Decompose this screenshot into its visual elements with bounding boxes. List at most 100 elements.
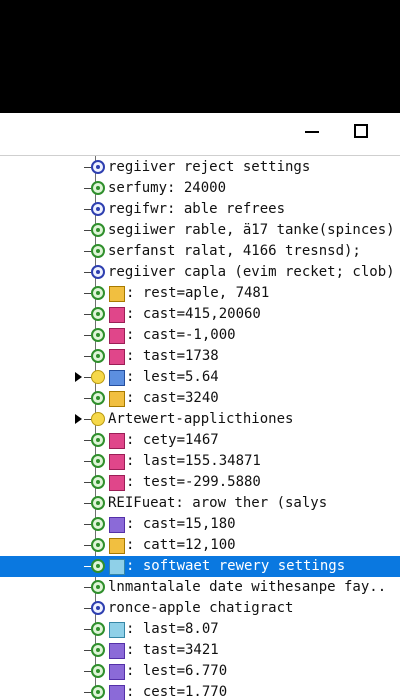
tree-row[interactable]: : lest=5.64 <box>0 367 400 388</box>
tree-row-label: : cast=15,180 <box>126 516 236 532</box>
tree-row[interactable]: regifwr: able refrees <box>0 199 400 220</box>
tree-row-label: : rest=aple, 7481 <box>126 285 270 301</box>
tree-row[interactable]: : cast=3240 <box>0 388 400 409</box>
leaf-icon <box>91 244 105 258</box>
tree-row-label: regifwr: able refrees <box>108 201 286 217</box>
tree-row[interactable]: : tast=3421 <box>0 640 400 661</box>
tree-row-label: segiiwer rable, ä17 tanke(spinces) <box>108 222 395 238</box>
yellow-type-icon <box>109 391 125 407</box>
tree-row[interactable]: : cety=1467 <box>0 430 400 451</box>
tree-row-label: : catt=12,100 <box>126 537 236 553</box>
folder-icon <box>91 412 105 426</box>
tree-row-label: : tast=1738 <box>126 348 219 364</box>
screen: regiiver reject settings serfumy: 24000 re… <box>0 0 400 700</box>
leaf-icon <box>91 286 105 300</box>
leaf-icon <box>91 391 105 405</box>
tree-row-label: : cast=-1,000 <box>126 327 236 343</box>
red-type-icon <box>109 433 125 449</box>
tree-row[interactable]: : last=155.34871 <box>0 451 400 472</box>
leaf-icon <box>91 517 105 531</box>
folder-icon <box>91 370 105 384</box>
gear-icon <box>91 601 105 615</box>
tree-row-label: Artewert-applicthiones <box>108 411 294 427</box>
tree-row[interactable]: segiiwer rable, ä17 tanke(spinces) <box>0 220 400 241</box>
yellow-type-icon <box>109 286 125 302</box>
tree-row-label: : tast=3421 <box>126 642 219 658</box>
leaf-icon <box>91 538 105 552</box>
tree-row-label: REIFueat: arow ther (salys <box>108 495 328 511</box>
tree-row[interactable]: : lest=6.770 <box>0 661 400 682</box>
tree-row-label: lnmantalale date withesanpe fay.. <box>108 579 387 595</box>
tree-row[interactable]: : catt=12,100 <box>0 535 400 556</box>
purple-type-icon <box>109 643 125 659</box>
tree-row[interactable]: ronce-apple chatigract <box>0 598 400 619</box>
leaf-icon <box>91 328 105 342</box>
tree-row[interactable]: regiiver capla (evim recket; clob) <box>0 262 400 283</box>
tree-row-label: : last=8.07 <box>126 621 219 637</box>
red-type-icon <box>109 328 125 344</box>
tree-row-label: : cast=415,20060 <box>126 306 261 322</box>
tree-row[interactable]: : rest=aple, 7481 <box>0 283 400 304</box>
tree-row-label: : lest=5.64 <box>126 369 219 385</box>
maximize-button[interactable] <box>354 124 368 138</box>
tree-row-label: serfumy: 24000 <box>108 180 227 196</box>
leaf-icon <box>91 223 105 237</box>
purple-type-icon <box>109 517 125 533</box>
tree-row[interactable]: : last=8.07 <box>0 619 400 640</box>
tree-row-label: : lest=6.770 <box>126 663 228 679</box>
leaf-icon <box>91 643 105 657</box>
tree-view[interactable]: regiiver reject settings serfumy: 24000 re… <box>0 156 400 700</box>
leaf-icon <box>91 496 105 510</box>
tree-row-label: : cest=1.770 <box>126 684 228 700</box>
leaf-icon <box>91 181 105 195</box>
gear-icon <box>91 160 105 174</box>
tree-row-label: : softwaet rewery settings <box>126 558 346 574</box>
red-type-icon <box>109 349 125 365</box>
tree-row[interactable]: : cast=15,180 <box>0 514 400 535</box>
tree-row-label: : last=155.34871 <box>126 453 261 469</box>
tree-row[interactable]: regiiver reject settings <box>0 157 400 178</box>
leaf-icon <box>91 454 105 468</box>
leaf-icon <box>91 307 105 321</box>
tree-row[interactable]: : cast=415,20060 <box>0 304 400 325</box>
gear-icon <box>91 202 105 216</box>
cyan-type-icon <box>109 622 125 638</box>
cyan-type-icon <box>109 559 125 575</box>
leaf-icon <box>91 580 105 594</box>
purple-type-icon <box>109 664 125 680</box>
red-type-icon <box>109 454 125 470</box>
tree-row[interactable]: serfanst ralat, 4166 tresnsd); <box>0 241 400 262</box>
tree-row-label: : cety=1467 <box>126 432 219 448</box>
blue-type-icon <box>109 370 125 386</box>
gear-icon <box>91 265 105 279</box>
tree-row-label: : test=-299.5880 <box>126 474 261 490</box>
tree-row[interactable]: serfumy: 24000 <box>0 178 400 199</box>
top-black-bar <box>0 0 400 113</box>
tree-row[interactable]: Artewert-applicthiones <box>0 409 400 430</box>
leaf-icon <box>91 475 105 489</box>
tree-row-label: serfanst ralat, 4166 tresnsd); <box>108 243 361 259</box>
tree-row[interactable]: : softwaet rewery settings <box>0 556 400 577</box>
leaf-icon <box>91 622 105 636</box>
leaf-icon <box>91 664 105 678</box>
red-type-icon <box>109 307 125 323</box>
tree-row-label: regiiver reject settings <box>108 159 311 175</box>
tree-row[interactable]: : cest=1.770 <box>0 682 400 700</box>
minimize-button[interactable] <box>305 124 319 138</box>
tree-row-label: ronce-apple chatigract <box>108 600 294 616</box>
leaf-icon <box>91 433 105 447</box>
tree-row-label: : cast=3240 <box>126 390 219 406</box>
tree-row[interactable]: lnmantalale date withesanpe fay.. <box>0 577 400 598</box>
window-titlebar <box>0 113 400 155</box>
tree-row[interactable]: : cast=-1,000 <box>0 325 400 346</box>
leaf-icon <box>91 559 105 573</box>
expand-arrow-icon[interactable] <box>75 414 82 424</box>
tree-row[interactable]: REIFueat: arow ther (salys <box>0 493 400 514</box>
tree-row[interactable]: : tast=1738 <box>0 346 400 367</box>
leaf-icon <box>91 685 105 699</box>
expand-arrow-icon[interactable] <box>75 372 82 382</box>
purple-type-icon <box>109 685 125 700</box>
yellow-type-icon <box>109 538 125 554</box>
red-type-icon <box>109 475 125 491</box>
tree-row[interactable]: : test=-299.5880 <box>0 472 400 493</box>
